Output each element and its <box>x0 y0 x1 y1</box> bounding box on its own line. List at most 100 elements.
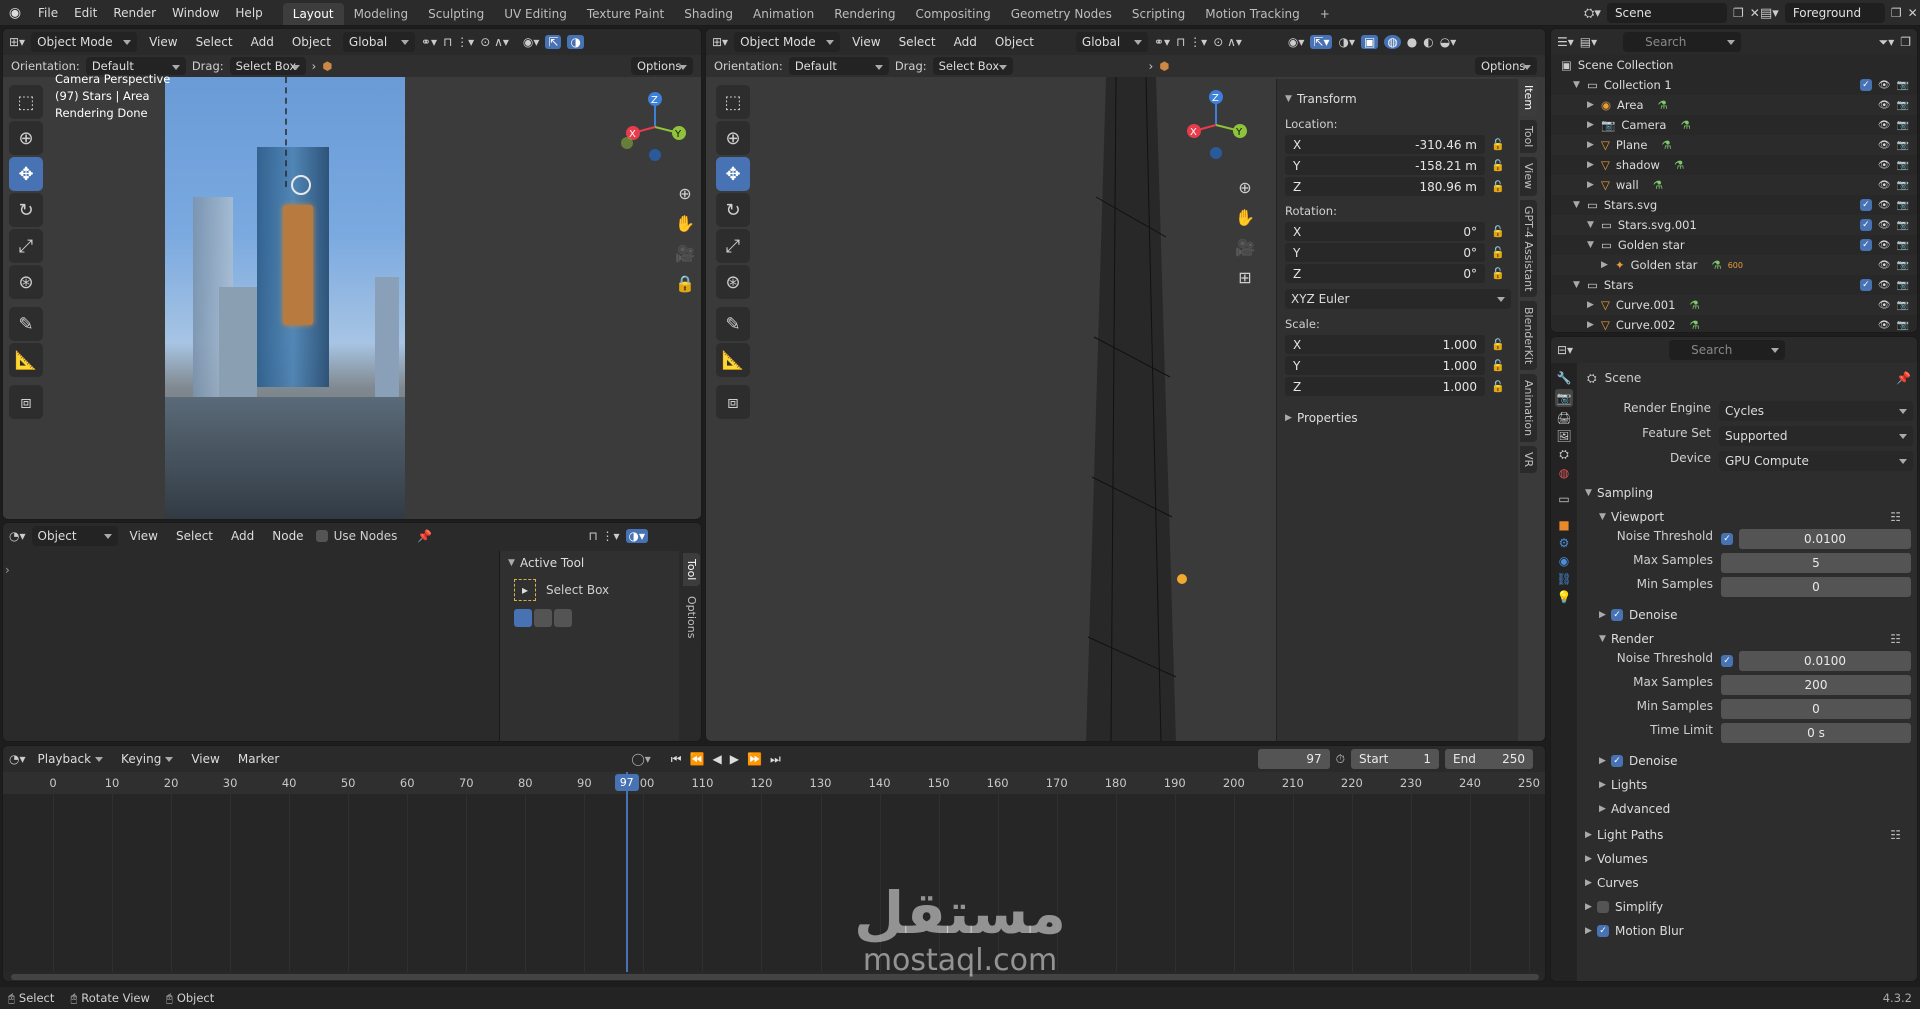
outliner-row[interactable]: ▶ ▽ shadow ⚗ 👁 📷 <box>1551 155 1917 175</box>
menu-view[interactable]: View <box>143 35 183 49</box>
outliner-row[interactable]: ▶ ▽ Plane ⚗ 👁 📷 <box>1551 135 1917 155</box>
select-mode-extend-icon[interactable] <box>534 609 552 627</box>
node-snap-icon[interactable]: ⊓ ⋮▾ <box>588 529 619 543</box>
tab-shading[interactable]: Shading <box>674 3 743 25</box>
outliner-row[interactable]: ▶ 📷 Camera ⚗ 👁 📷 <box>1551 115 1917 135</box>
physics-tab-icon[interactable]: ◉ <box>1559 554 1569 568</box>
new-view-layer-icon[interactable]: ❐ <box>1891 6 1902 20</box>
location-x-field[interactable]: X -310.46 m <box>1285 135 1485 154</box>
rotation-y-field[interactable]: Y 0° <box>1285 243 1485 262</box>
r-zoom-icon[interactable]: ⊕ <box>1231 173 1259 201</box>
r-proportional-icon[interactable]: ⊙ ∧▾ <box>1213 35 1242 49</box>
render-camera-icon[interactable]: 📷 <box>1897 140 1909 151</box>
lock-icon[interactable]: 🔓 <box>1491 225 1505 238</box>
vp-denoise-header[interactable]: ▶ ✓ Denoise <box>1581 603 1917 627</box>
render-camera-icon[interactable]: 📷 <box>1897 280 1909 291</box>
xray-toggle-icon[interactable]: ▣ <box>1360 35 1379 49</box>
node-overlay-icon[interactable]: ◑▾ <box>625 529 649 543</box>
properties-editor[interactable]: ⊟▾ Search 🔧 📷 🖨 🖼 ⛭ ◍ ▭ ■ ⚙ ◉ ⛓ 💡 ⛭ Scen… <box>1550 336 1918 982</box>
options-dropdown[interactable]: Options <box>631 57 693 75</box>
r-camera-view-icon[interactable]: 🎥 <box>1231 233 1259 261</box>
lock-icon[interactable]: 🔓 <box>1491 180 1505 193</box>
object-data-icon[interactable]: ⚗ <box>1680 118 1690 132</box>
cursor-tool-icon[interactable]: ⊕ <box>9 121 43 155</box>
properties-header[interactable]: ▶ Properties <box>1285 406 1510 430</box>
right-viewport[interactable]: ⊞▾ Object Mode View Select Add Object Gl… <box>705 28 1546 742</box>
menu-edit[interactable]: Edit <box>66 0 105 26</box>
tab-uv-editing[interactable]: UV Editing <box>494 3 577 25</box>
r-move-tool-icon[interactable]: ✥ <box>716 157 750 191</box>
motion-blur-header[interactable]: ▶ ✓ Motion Blur <box>1581 919 1917 943</box>
side-tab-view[interactable]: View <box>1520 157 1537 196</box>
tab-layout[interactable]: Layout <box>282 2 344 25</box>
outliner-row[interactable]: ▶ ◉ Area ⚗ 👁 📷 <box>1551 95 1917 115</box>
pivot-icon[interactable]: ⚭▾ <box>421 35 437 49</box>
viewport-presets-icon[interactable]: ☷ <box>1890 510 1901 524</box>
snap-icon[interactable]: ⊓ ⋮▾ <box>443 35 474 49</box>
r-overlay-toggle-icon[interactable]: ◑▾ <box>1338 35 1355 49</box>
side-tab-vr[interactable]: VR <box>1520 446 1537 474</box>
visibility-icon[interactable]: ◉▾ <box>523 35 540 49</box>
node-menu-add[interactable]: Add <box>225 529 260 543</box>
r-gizmo-toggle-icon[interactable]: ⇱▾ <box>1310 35 1333 49</box>
side-tab-gpt4-assistant[interactable]: GPT-4 Assistant <box>1520 199 1537 297</box>
timeline-scrollbar[interactable] <box>11 974 1539 980</box>
render-camera-icon[interactable]: 📷 <box>1897 200 1909 211</box>
expand-icon[interactable]: ▶ <box>1587 120 1599 130</box>
filter-icon[interactable]: ⏷▾ <box>1879 35 1895 50</box>
proportional-edit-icon[interactable]: ⊙ ∧▾ <box>480 35 509 49</box>
timeline[interactable]: ◔▾ Playback Keying View Marker ◯▾ ⏮ ⏪ ◀ … <box>2 745 1546 982</box>
collapse-icon[interactable]: › <box>312 59 317 73</box>
sampling-header[interactable]: ▼ Sampling <box>1581 481 1917 505</box>
lock-icon[interactable]: 🔓 <box>1491 267 1505 280</box>
advanced-header[interactable]: ▶ Advanced <box>1581 797 1917 821</box>
render-camera-icon[interactable]: 📷 <box>1897 240 1909 251</box>
expand-icon[interactable]: ▼ <box>1573 200 1585 210</box>
r-drag-dropdown[interactable]: Select Box <box>932 57 1013 75</box>
transform-tool-icon[interactable]: ⊛ <box>9 265 43 299</box>
keying-menu[interactable]: Keying <box>115 749 179 769</box>
vp-denoise-checkbox[interactable]: ✓ <box>1611 609 1623 621</box>
menu-window[interactable]: Window <box>164 0 227 26</box>
visibility-eye-icon[interactable]: 👁 <box>1878 260 1891 271</box>
scene-name-field[interactable]: Scene <box>1606 3 1727 23</box>
object-data-icon[interactable]: ⚗ <box>1689 318 1699 332</box>
tab-geometry-nodes[interactable]: Geometry Nodes <box>1001 3 1122 25</box>
axis-gizmo-icon[interactable]: Z Y X <box>615 87 695 167</box>
r-add-cube-tool-icon[interactable]: ⧈ <box>716 385 750 419</box>
node-editor[interactable]: ◔▾ Object View Select Add Node Use Nodes… <box>2 522 702 742</box>
transform-orientation-dropdown[interactable]: Global <box>342 32 415 52</box>
select-box-icon[interactable]: ▸ <box>514 579 536 601</box>
measure-tool-icon[interactable]: 📐 <box>9 343 43 377</box>
tab-sculpting[interactable]: Sculpting <box>418 3 494 25</box>
exclude-checkbox[interactable]: ✓ <box>1859 219 1872 231</box>
r-orientation-dropdown[interactable]: Default <box>788 57 889 75</box>
r-mode-dropdown[interactable]: Object Mode <box>734 32 841 52</box>
outliner-row[interactable]: ▼ ▭ Collection 1 ✓ 👁 📷 <box>1551 75 1917 95</box>
r-menu-add[interactable]: Add <box>948 35 983 49</box>
wireframe-shading-icon[interactable]: ◍ <box>1384 35 1401 49</box>
vp-noise-threshold-field[interactable]: 0.0100 <box>1739 529 1911 549</box>
object-data-icon[interactable]: ⚗ <box>1689 298 1699 312</box>
zoom-icon[interactable]: ⊕ <box>671 179 699 207</box>
r-time-limit-field[interactable]: 0 s <box>1721 723 1911 743</box>
scale-z-field[interactable]: Z 1.000 <box>1285 377 1485 396</box>
side-tab-item[interactable]: Item <box>1520 79 1537 117</box>
lock-icon[interactable]: 🔓 <box>1491 246 1505 259</box>
r-noise-checkbox[interactable]: ✓ <box>1721 655 1733 667</box>
object-data-icon[interactable]: ⚗ <box>1661 138 1671 152</box>
side-tab-blenderkit[interactable]: BlenderKit <box>1520 300 1537 371</box>
outliner-row[interactable]: ▼ ▭ Stars ✓ 👁 📷 <box>1551 275 1917 295</box>
simplify-header[interactable]: ▶ Simplify <box>1581 895 1917 919</box>
render-camera-icon[interactable]: 📷 <box>1897 160 1909 171</box>
menu-object[interactable]: Object <box>286 35 337 49</box>
view-layer-tab-icon[interactable]: 🖼 <box>1556 429 1571 443</box>
r-max-samples-field[interactable]: 200 <box>1721 675 1911 695</box>
view-layer-icon[interactable]: ▤▾ <box>1760 6 1779 21</box>
scene-collection-row[interactable]: ▣ Scene Collection <box>1551 55 1917 75</box>
gizmo-toggle-icon[interactable]: ⇱ <box>545 35 562 49</box>
menu-select[interactable]: Select <box>190 35 239 49</box>
location-y-field[interactable]: Y -158.21 m <box>1285 156 1485 175</box>
current-frame-field[interactable]: 97 <box>1257 749 1330 769</box>
feature-set-dropdown[interactable]: Supported <box>1719 426 1913 446</box>
